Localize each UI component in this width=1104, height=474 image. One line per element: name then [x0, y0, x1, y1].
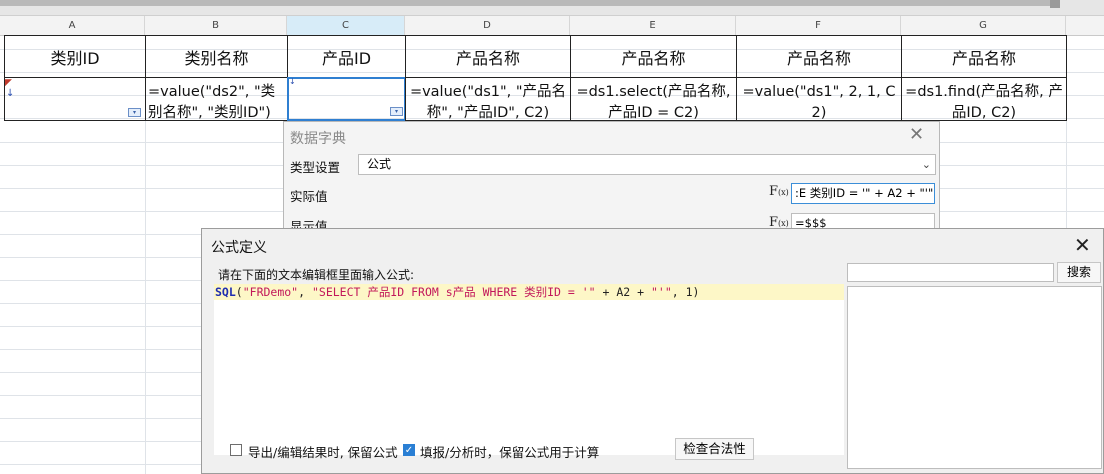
chevron-down-icon[interactable]: ⌄ [922, 155, 931, 174]
actual-value-label: 实际值 [290, 189, 328, 204]
type-setting-label: 类型设置 [290, 160, 341, 175]
fill-keep-formula-checkbox[interactable]: ✓ [403, 444, 415, 456]
cell-e2[interactable]: =ds1.select(产品名称, 产品ID = C2) [570, 77, 737, 121]
cell-a1[interactable]: 类别ID [4, 35, 146, 78]
formula-hint: 请在下面的文本编辑框里面输入公式: [218, 268, 415, 282]
type-select-value: 公式 [367, 157, 392, 171]
column-header-b[interactable]: B [145, 16, 287, 36]
code-string: "SELECT 产品ID FROM s产品 WHERE 类别ID = '" [311, 285, 596, 299]
column-header-e[interactable]: E [570, 16, 736, 36]
fill-keep-formula-label: 填报/分析时，保留公式用于计算 [420, 445, 600, 460]
cell-g1[interactable]: 产品名称 [901, 35, 1067, 78]
cell-b2[interactable]: =value("ds2", "类别名称", "类别ID") [145, 77, 288, 121]
cell-g2[interactable]: =ds1.find(产品名称, 产品ID, C2) [901, 77, 1067, 121]
code-keyword: SQL [215, 285, 236, 299]
column-header-f[interactable]: F [736, 16, 901, 36]
column-header-d[interactable]: D [405, 16, 570, 36]
dropdown-icon[interactable]: ▾ [128, 108, 141, 117]
top-scroll-strip [0, 0, 1104, 16]
formula-editor[interactable]: SQL("FRDemo", "SELECT 产品ID FROM s产品 WHER… [214, 284, 844, 455]
column-header-a[interactable]: A [0, 16, 145, 36]
cell-b1[interactable]: 类别名称 [145, 35, 288, 78]
cell-f1[interactable]: 产品名称 [736, 35, 902, 78]
down-arrow-icon: ↓ [6, 88, 15, 99]
code-text: + A2 + [595, 285, 651, 299]
column-header-c[interactable]: C [287, 16, 405, 36]
export-keep-formula-label: 导出/编辑结果时, 保留公式 [248, 445, 398, 460]
code-string: "'" [651, 285, 672, 299]
formula-code-line[interactable]: SQL("FRDemo", "SELECT 产品ID FROM s产品 WHER… [214, 284, 844, 300]
close-icon[interactable]: ✕ [909, 124, 924, 145]
type-select[interactable]: 公式 ⌄ [358, 154, 936, 175]
dialog-title: 数据字典 [290, 131, 346, 147]
formula-definition-dialog: 公式定义 ✕ 请在下面的文本编辑框里面输入公式: SQL("FRDemo", "… [201, 228, 1104, 474]
close-icon[interactable]: ✕ [1074, 233, 1091, 257]
cell-c1[interactable]: 产品ID [287, 35, 406, 78]
column-header-row: A B C D E F G [0, 16, 1104, 36]
cell-d2[interactable]: =value("ds1", "产品名称", "产品ID", C2) [405, 77, 571, 121]
export-keep-formula-checkbox[interactable] [230, 444, 242, 456]
code-text: , 1) [671, 285, 700, 299]
dropdown-icon[interactable]: ▾ [390, 107, 403, 116]
search-button[interactable]: 搜索 [1057, 262, 1101, 283]
cell-marker-icon: ↓ [289, 77, 296, 86]
cell-marker-icon: ◤ [5, 78, 12, 88]
fx-icon[interactable]: F(x) [769, 184, 789, 199]
data-dictionary-dialog: 数据字典 ✕ 类型设置 公式 ⌄ 实际值 F(x) :E 类别ID = '" +… [283, 121, 940, 239]
search-input[interactable] [847, 263, 1054, 282]
scrollbar-thumb[interactable] [1050, 0, 1060, 8]
cell-d1[interactable]: 产品名称 [405, 35, 571, 78]
actual-value-field[interactable]: :E 类别ID = '" + A2 + "'", 1) [791, 183, 935, 204]
code-text: ( [235, 285, 243, 299]
code-string: "FRDemo" [242, 285, 299, 299]
dialog-title: 公式定义 [211, 240, 267, 256]
code-text: , [298, 285, 312, 299]
cell-e1[interactable]: 产品名称 [570, 35, 737, 78]
column-header-g[interactable]: G [901, 16, 1066, 36]
cell-c2[interactable] [287, 77, 406, 121]
check-validity-button[interactable]: 检查合法性 [675, 438, 754, 460]
cell-a2[interactable] [4, 77, 146, 121]
horizontal-scrollbar-track[interactable] [0, 0, 1050, 6]
cell-f2[interactable]: =value("ds1", 2, 1, C2) [736, 77, 902, 121]
function-list[interactable] [847, 286, 1102, 469]
